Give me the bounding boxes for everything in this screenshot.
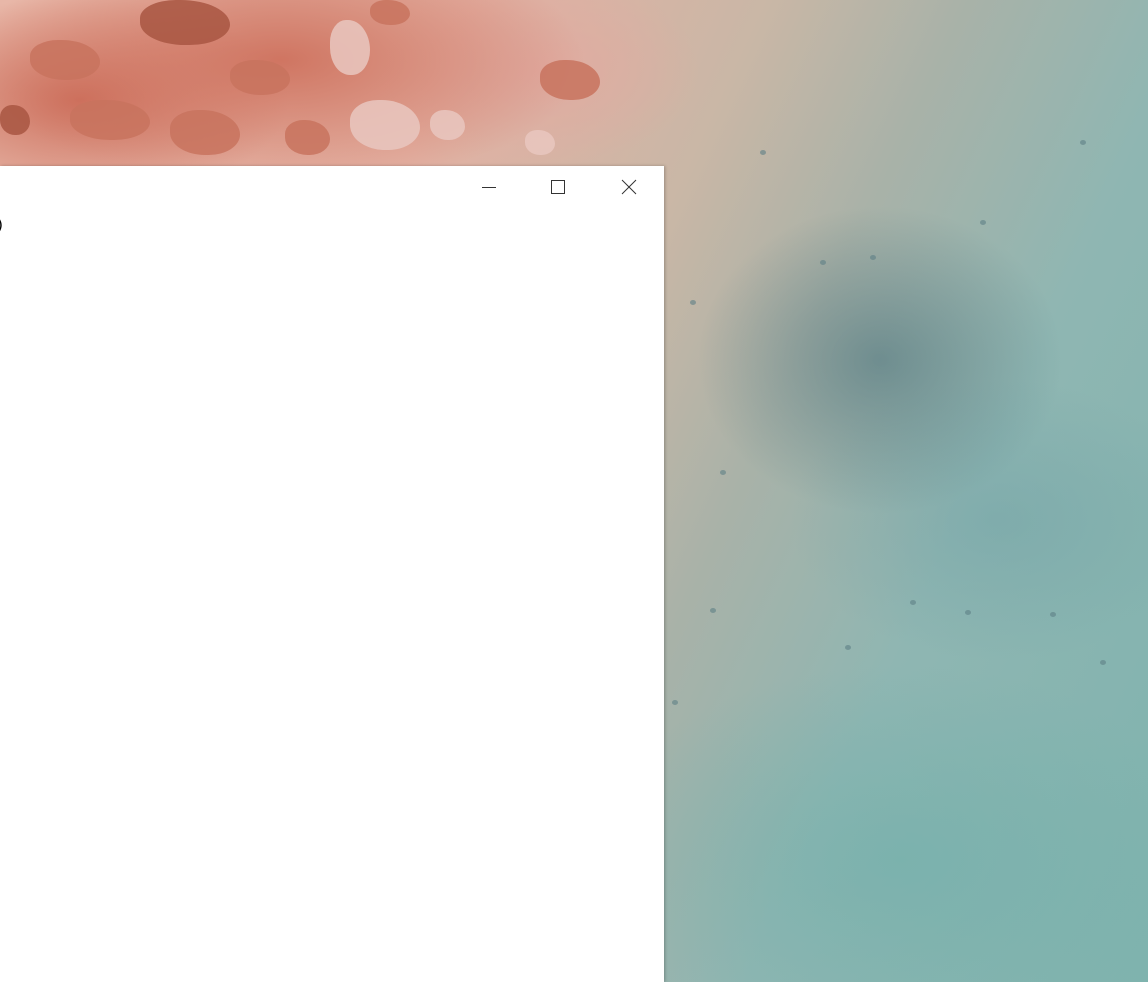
wallpaper-speck [845, 645, 851, 650]
wallpaper-rock [430, 110, 465, 140]
wallpaper-rock [70, 100, 150, 140]
wallpaper-speck [690, 300, 696, 305]
close-icon [621, 179, 637, 195]
title-bar[interactable] [0, 166, 664, 208]
maximize-button[interactable] [523, 166, 593, 208]
menu-item-help[interactable]: (H) [0, 216, 3, 234]
wallpaper-speck [965, 610, 971, 615]
wallpaper-rock [230, 60, 290, 95]
application-window: (H) [0, 166, 664, 982]
wallpaper-rock [540, 60, 600, 100]
wallpaper-rock [285, 120, 330, 155]
window-content-area[interactable] [0, 242, 664, 982]
wallpaper-rock [0, 105, 30, 135]
wallpaper-speck [1100, 660, 1106, 665]
wallpaper-speck [672, 700, 678, 705]
wallpaper-speck [1080, 140, 1086, 145]
wallpaper-rock [525, 130, 555, 155]
wallpaper-speck [910, 600, 916, 605]
wallpaper-rock [350, 100, 420, 150]
wallpaper-speck [820, 260, 826, 265]
close-button[interactable] [594, 166, 664, 208]
wallpaper-speck [1050, 612, 1056, 617]
wallpaper-rock [330, 20, 370, 75]
wallpaper-rock [170, 110, 240, 155]
minimize-button[interactable] [454, 166, 524, 208]
wallpaper-rock [370, 0, 410, 25]
minimize-icon [481, 179, 497, 195]
wallpaper-speck [980, 220, 986, 225]
wallpaper-speck [720, 470, 726, 475]
wallpaper-speck [870, 255, 876, 260]
maximize-icon [550, 179, 566, 195]
wallpaper-speck [760, 150, 766, 155]
wallpaper-rock [30, 40, 100, 80]
wallpaper-speck [710, 608, 716, 613]
menu-item-help-suffix: ) [0, 216, 3, 234]
wallpaper-rock [140, 0, 230, 45]
